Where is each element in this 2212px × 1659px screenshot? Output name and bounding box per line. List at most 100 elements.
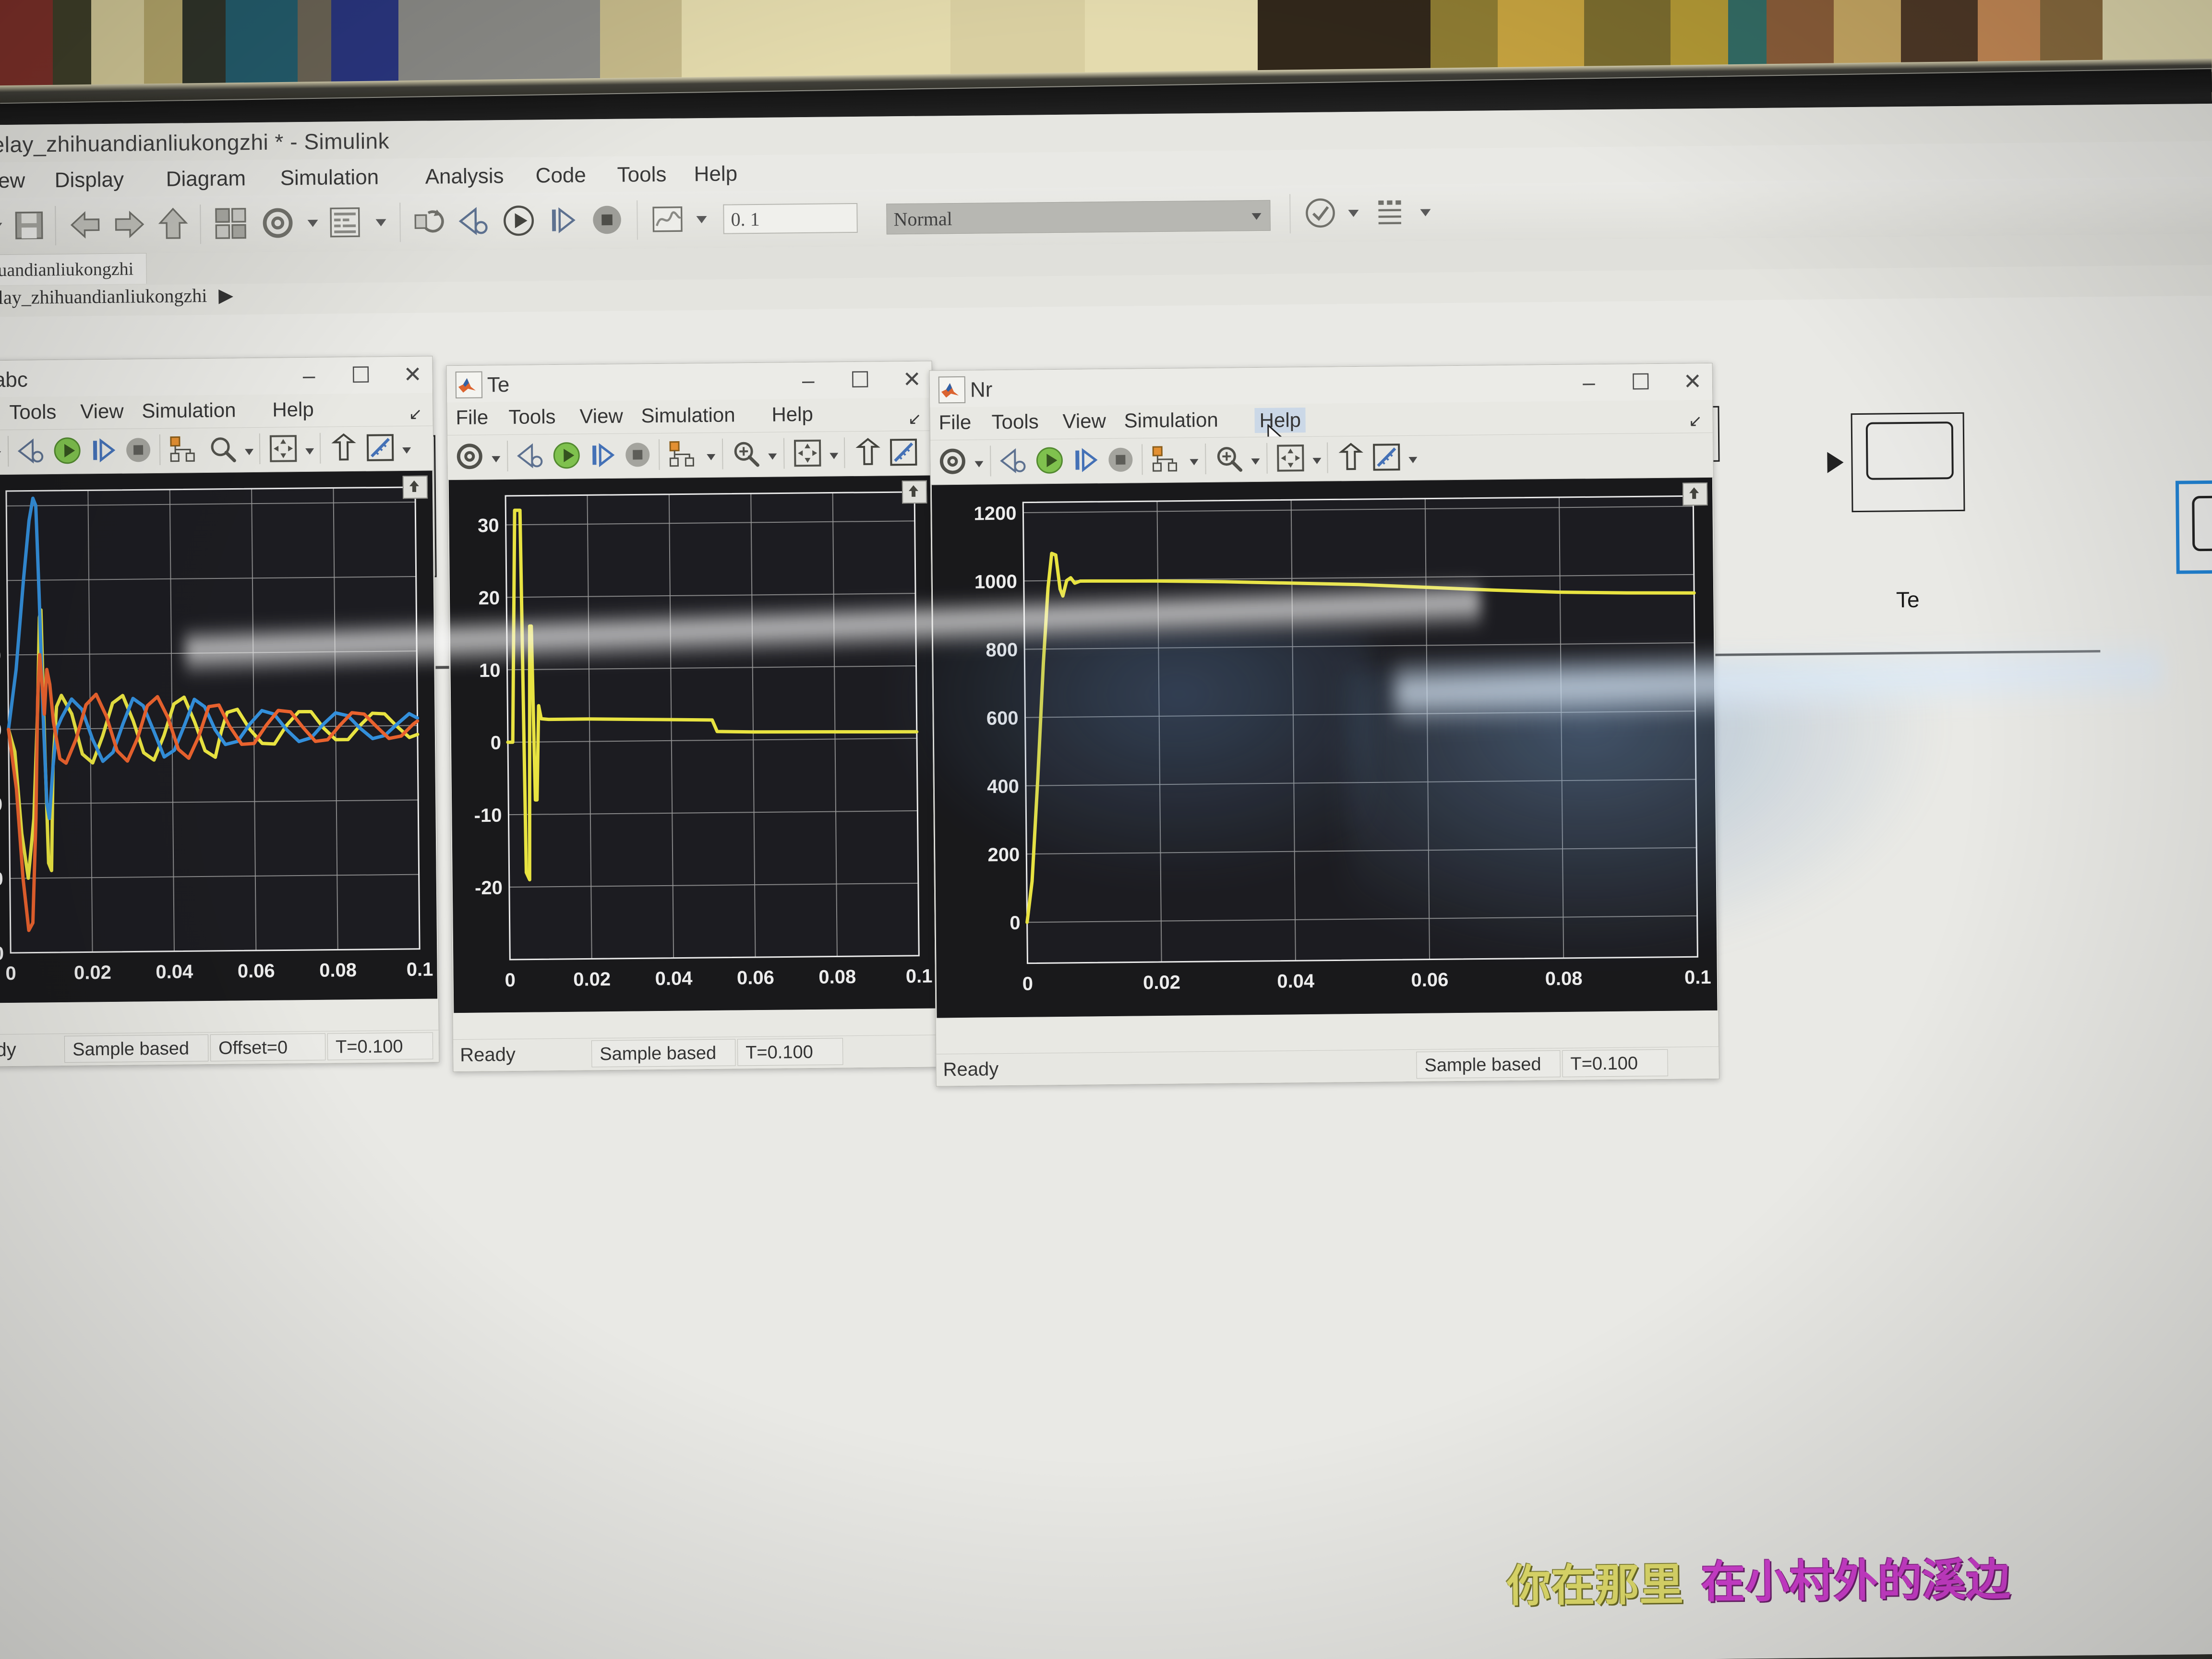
menu-code[interactable]: Code bbox=[535, 163, 586, 188]
simulation-stepping-icon[interactable] bbox=[998, 445, 1030, 477]
scope-menu-file[interactable]: File bbox=[938, 411, 971, 434]
scope-menu-help[interactable]: Help bbox=[272, 398, 314, 421]
stop-icon[interactable] bbox=[1105, 444, 1136, 475]
menu-view[interactable]: View bbox=[0, 169, 25, 193]
model-configuration-icon[interactable] bbox=[260, 205, 295, 240]
autoscale-chevron-down-icon[interactable] bbox=[1312, 457, 1322, 464]
scope-menu-help[interactable]: Help bbox=[771, 403, 813, 426]
measurements-chevron-down-icon[interactable] bbox=[1408, 457, 1418, 463]
signal-selector-chevron-down-icon[interactable] bbox=[1190, 459, 1199, 466]
grid-icon[interactable] bbox=[1374, 195, 1409, 230]
step-back-icon[interactable] bbox=[457, 204, 492, 239]
menu-analysis[interactable]: Analysis bbox=[425, 164, 504, 189]
zoom-chevron-down-icon[interactable] bbox=[1251, 458, 1260, 465]
model-advisor-chevron-down-icon[interactable] bbox=[1348, 209, 1359, 217]
minimize-icon[interactable]: – bbox=[298, 363, 320, 388]
up-icon[interactable] bbox=[156, 206, 191, 241]
run-icon[interactable] bbox=[551, 440, 582, 471]
cursor-measurement-icon[interactable] bbox=[328, 433, 360, 464]
grid-chevron-down-icon[interactable] bbox=[1420, 209, 1431, 216]
menu-tools[interactable]: Tools bbox=[617, 163, 666, 187]
maximize-icon[interactable]: ☐ bbox=[349, 362, 372, 387]
scope-menu-file[interactable]: File bbox=[456, 406, 488, 429]
model-tab[interactable]: lay_zhihuandianliukongzhi bbox=[0, 253, 147, 286]
library-browser-icon[interactable] bbox=[213, 206, 248, 241]
measurements-icon[interactable] bbox=[1371, 442, 1402, 473]
scope-menu-simulation[interactable]: Simulation bbox=[1124, 409, 1218, 433]
menu-help[interactable]: Help bbox=[694, 162, 737, 186]
zoom-chevron-down-icon[interactable] bbox=[245, 449, 254, 456]
save-icon[interactable] bbox=[12, 208, 47, 243]
run-icon[interactable] bbox=[1034, 445, 1065, 476]
cursor-measurement-icon[interactable] bbox=[1335, 442, 1367, 473]
scope-config-icon[interactable] bbox=[937, 446, 968, 477]
new-model-chevron-down-icon[interactable] bbox=[0, 223, 2, 230]
scope-window-nr[interactable]: Nr – ☐ ✕ File Tools View Simulation Help… bbox=[929, 362, 1719, 1087]
forward-icon[interactable] bbox=[111, 207, 146, 242]
back-icon[interactable] bbox=[68, 207, 103, 242]
stop-icon[interactable] bbox=[123, 434, 154, 466]
minimize-icon[interactable]: – bbox=[1578, 370, 1600, 395]
scope-menu-tools[interactable]: Tools bbox=[508, 405, 556, 429]
run-icon[interactable] bbox=[52, 435, 83, 466]
simulation-data-inspector-icon[interactable] bbox=[650, 202, 685, 237]
close-icon[interactable]: ✕ bbox=[1682, 369, 1704, 394]
measurements-chevron-down-icon[interactable] bbox=[402, 447, 411, 454]
breadcrumb[interactable]: MSM_Relay_zhihuandianliukongzhi ▶ bbox=[0, 284, 233, 315]
menu-display[interactable]: Display bbox=[54, 168, 124, 192]
scope-config-chevron-down-icon[interactable] bbox=[974, 461, 984, 468]
plot-area-te[interactable]: 30 20 10 0 -10 -20 0 0.02 0.04 0.06 0.08 0.1 bbox=[448, 475, 937, 1013]
undock-icon[interactable]: ↘ bbox=[908, 409, 922, 429]
scope-menu-tools[interactable]: Tools bbox=[9, 400, 57, 424]
zoom-icon[interactable] bbox=[207, 433, 239, 465]
autoscale-icon[interactable] bbox=[268, 433, 299, 464]
maximize-icon[interactable]: ☐ bbox=[849, 367, 871, 392]
undock-icon[interactable]: ↘ bbox=[409, 405, 422, 424]
autoscale-icon[interactable] bbox=[792, 438, 823, 469]
scope-window-iabc[interactable]: Iabc – ☐ ✕ File Tools View Simulation He… bbox=[0, 356, 440, 1068]
autoscale-chevron-down-icon[interactable] bbox=[830, 453, 839, 459]
simulation-stepping-icon[interactable] bbox=[516, 440, 547, 471]
stop-icon[interactable] bbox=[622, 439, 653, 470]
maximize-axes-button[interactable] bbox=[902, 480, 927, 504]
scope-menu-view[interactable]: View bbox=[579, 405, 623, 428]
scope-menu-view[interactable]: View bbox=[80, 400, 124, 423]
signal-selector-icon[interactable] bbox=[1150, 444, 1181, 475]
step-forward-icon[interactable] bbox=[587, 440, 618, 471]
signal-selector-icon[interactable] bbox=[168, 434, 199, 465]
scope-menu-simulation[interactable]: Simulation bbox=[142, 398, 236, 422]
scope-config-chevron-down-icon[interactable] bbox=[492, 456, 501, 463]
model-advisor-icon[interactable] bbox=[1303, 195, 1338, 230]
minimize-icon[interactable]: – bbox=[797, 368, 819, 393]
simulation-stepping-icon[interactable] bbox=[16, 435, 48, 467]
signal-selector-chevron-down-icon[interactable] bbox=[707, 454, 716, 460]
selected-block[interactable] bbox=[2175, 480, 2212, 574]
close-icon[interactable]: ✕ bbox=[901, 367, 923, 392]
update-model-icon[interactable] bbox=[412, 204, 447, 239]
autoscale-icon[interactable] bbox=[1275, 443, 1306, 474]
menu-simulation[interactable]: Simulation bbox=[280, 166, 379, 191]
scope-menu-view[interactable]: View bbox=[1062, 409, 1106, 433]
scope-config-icon[interactable] bbox=[454, 441, 485, 472]
zoom-chevron-down-icon[interactable] bbox=[768, 453, 777, 460]
stop-icon[interactable] bbox=[589, 203, 625, 238]
plot-area-iabc[interactable]: 3020100-10-20-3000.020.040.060.080.1 bbox=[0, 470, 438, 1004]
maximize-icon[interactable]: ☐ bbox=[1630, 369, 1652, 394]
cursor-measurement-icon[interactable] bbox=[853, 437, 884, 468]
measurements-icon[interactable] bbox=[888, 437, 919, 468]
signal-selector-icon[interactable] bbox=[667, 439, 698, 470]
model-configuration-chevron-down-icon[interactable] bbox=[307, 219, 318, 227]
measurements-icon[interactable] bbox=[365, 432, 396, 463]
maximize-axes-button[interactable] bbox=[402, 475, 428, 499]
simulation-mode-select[interactable]: Normal bbox=[886, 200, 1271, 235]
step-forward-icon[interactable] bbox=[87, 435, 119, 466]
te-scope-block[interactable] bbox=[1851, 412, 1965, 513]
autoscale-chevron-down-icon[interactable] bbox=[305, 448, 314, 455]
step-forward-icon[interactable] bbox=[545, 203, 580, 238]
sdi-chevron-down-icon[interactable] bbox=[696, 216, 707, 224]
scope-menu-simulation[interactable]: Simulation bbox=[641, 403, 735, 427]
menu-diagram[interactable]: Diagram bbox=[166, 167, 246, 192]
undock-icon[interactable]: ↘ bbox=[1688, 411, 1702, 431]
plot-area-nr[interactable]: 1200 1000 800 600 400 200 0 0 0.02 0.04 0.06 0.08 0.… bbox=[931, 477, 1718, 1018]
zoom-in-icon[interactable] bbox=[1214, 443, 1245, 474]
